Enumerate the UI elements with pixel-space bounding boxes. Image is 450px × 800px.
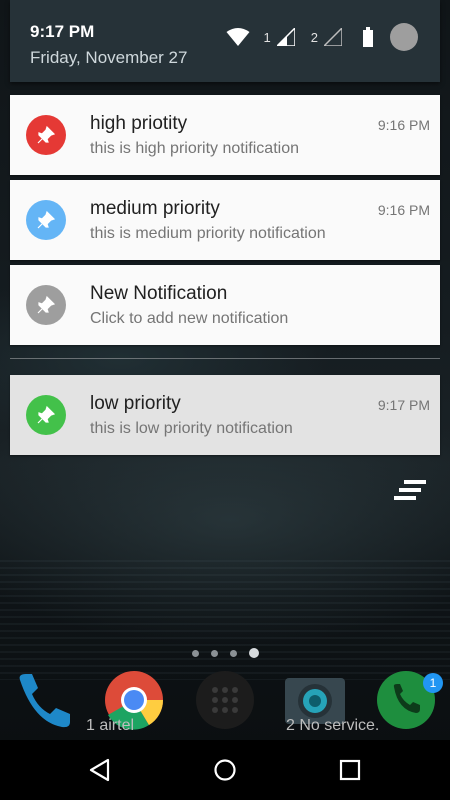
notification-high-priority[interactable]: high priotity this is high priority noti… [10, 95, 440, 175]
notification-time: 9:17 PM [377, 397, 430, 413]
notification-text: this is medium priority notification [90, 225, 326, 242]
page-dot [230, 649, 237, 657]
signal-sim1-icon [276, 28, 295, 46]
pin-icon [26, 200, 66, 240]
pin-icon [26, 395, 66, 435]
phone-badge: 1 [423, 673, 443, 693]
page-dot [192, 649, 199, 657]
phone-icon[interactable] [12, 670, 72, 730]
sim2-label: 2 [310, 29, 318, 45]
clock: 9:17 PM [30, 22, 95, 41]
sim1-status: 1 airtel [86, 717, 135, 734]
notification-title: high priotity [90, 113, 188, 134]
notification-divider [10, 358, 440, 359]
notification-time: 9:16 PM [377, 202, 430, 218]
notification-medium-priority[interactable]: medium priority this is medium priority … [10, 180, 440, 260]
wifi-icon [226, 28, 250, 46]
page-dot-active [249, 648, 259, 658]
signal-sim2-icon [324, 28, 342, 46]
notification-title: low priority [90, 393, 181, 414]
notification-time: 9:16 PM [377, 117, 430, 133]
notification-text: Click to add new notification [90, 310, 289, 327]
back-icon[interactable] [88, 758, 112, 782]
clear-all-icon[interactable] [394, 480, 426, 502]
notification-low-priority[interactable]: low priority this is low priority notifi… [10, 375, 440, 455]
recents-icon[interactable] [338, 758, 362, 782]
page-dot [211, 649, 218, 657]
status-icons: 1 2 [226, 22, 418, 52]
notification-text: this is low priority notification [90, 420, 293, 437]
notification-shade-header: 9:17 PM Friday, November 27 1 2 [10, 0, 440, 82]
sim2-status: 2 No service. [286, 717, 380, 734]
sim1-label: 1 [263, 29, 271, 45]
home-icon[interactable] [213, 758, 237, 782]
date[interactable]: Friday, November 27 [30, 48, 187, 68]
page-indicator [192, 648, 259, 658]
notification-title: New Notification [90, 283, 228, 304]
user-avatar[interactable] [390, 23, 418, 51]
app-drawer-icon[interactable] [195, 670, 255, 730]
pin-icon [26, 285, 66, 325]
pin-icon [26, 115, 66, 155]
battery-icon [363, 27, 373, 47]
wallpaper-water [0, 560, 450, 680]
navigation-bar [0, 740, 450, 800]
notification-title: medium priority [90, 198, 220, 219]
notification-new[interactable]: New Notification Click to add new notifi… [10, 265, 440, 345]
notification-text: this is high priority notification [90, 140, 299, 157]
